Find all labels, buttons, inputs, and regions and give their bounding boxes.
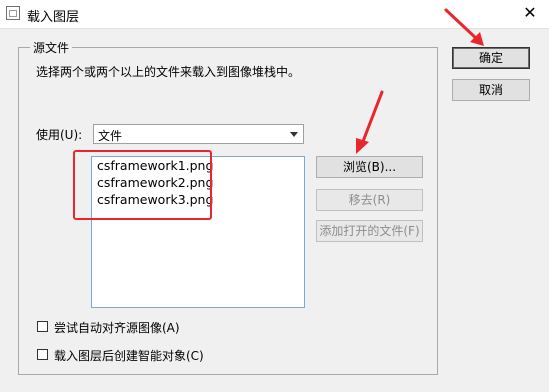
app-icon <box>6 6 20 20</box>
auto-align-checkbox[interactable] <box>37 321 48 332</box>
add-open-files-button[interactable]: 添加打开的文件(F) <box>316 220 423 242</box>
use-dropdown[interactable]: 文件 <box>93 124 304 144</box>
window-title: 载入图层 <box>27 10 80 25</box>
annotation-arrow-icon <box>212 100 248 122</box>
smart-object-checkbox[interactable] <box>37 349 48 360</box>
chevron-down-icon <box>290 132 298 137</box>
use-dropdown-value: 文件 <box>98 129 123 143</box>
annotation-arrow-icon <box>356 90 384 154</box>
close-icon[interactable]: ✕ <box>518 2 542 24</box>
ok-button[interactable]: 确定 <box>452 47 530 69</box>
annotation-arrow-icon <box>444 8 484 46</box>
remove-button[interactable]: 移去(R) <box>316 189 423 211</box>
source-description: 选择两个或两个以上的文件来载入到图像堆栈中。 <box>36 65 301 79</box>
cancel-button[interactable]: 取消 <box>452 79 530 101</box>
smart-object-label[interactable]: 载入图层后创建智能对象(C) <box>54 347 204 364</box>
use-label: 使用(U): <box>36 128 83 142</box>
annotation-highlight-box <box>73 150 212 220</box>
source-files-legend: 源文件 <box>30 39 73 56</box>
auto-align-label[interactable]: 尝试自动对齐源图像(A) <box>54 319 180 336</box>
